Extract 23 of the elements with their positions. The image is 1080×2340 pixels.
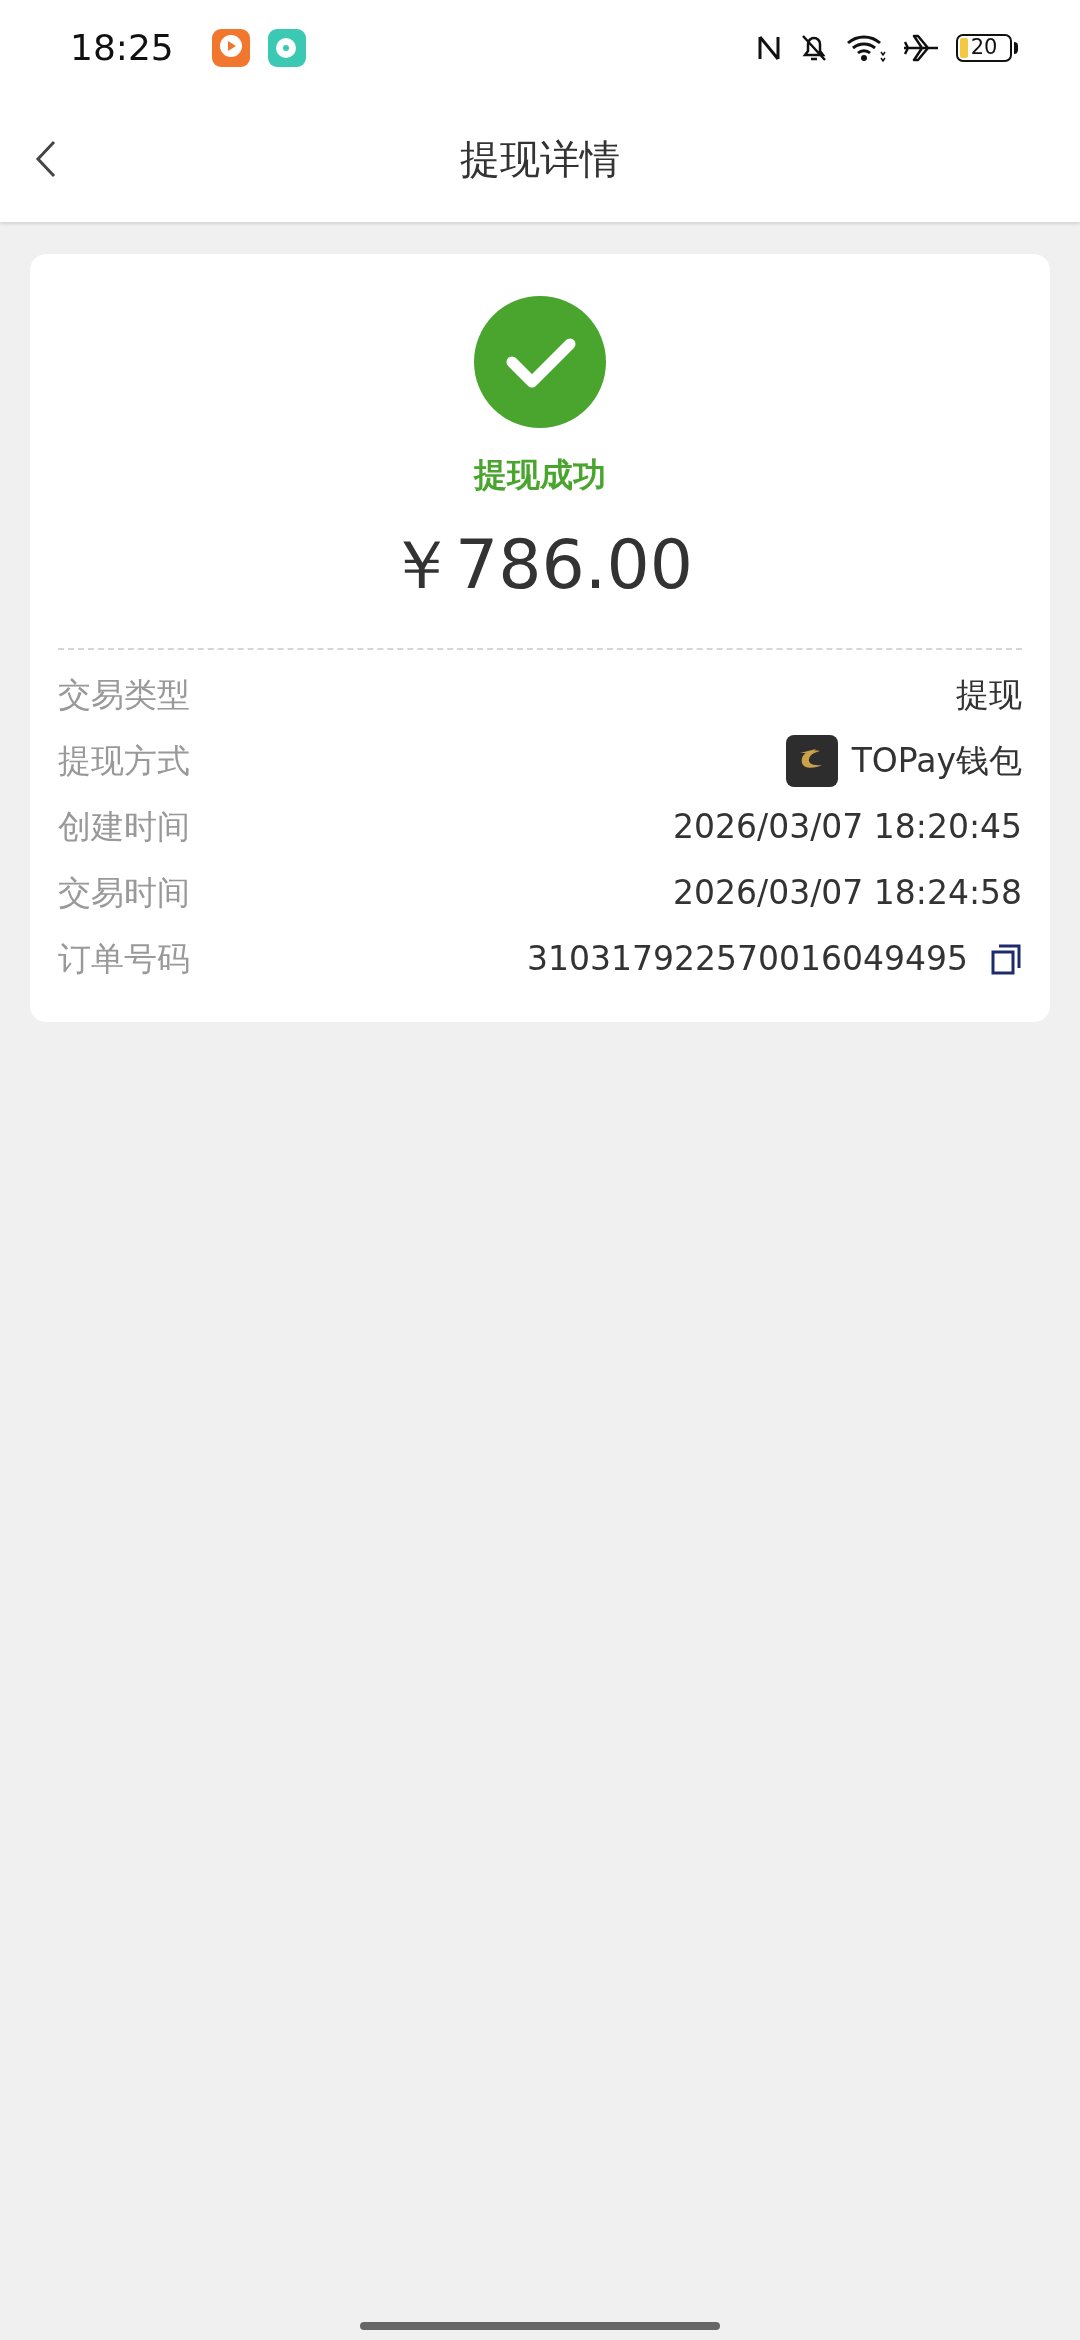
success-check-icon bbox=[474, 296, 606, 428]
status-text: 提现成功 bbox=[474, 454, 606, 496]
detail-value: 2026/03/07 18:20:45 bbox=[673, 805, 1022, 848]
airplane-icon bbox=[902, 32, 940, 63]
detail-label: 交易时间 bbox=[58, 871, 190, 914]
video-app-icon bbox=[211, 28, 250, 67]
wallet-logo-icon bbox=[785, 734, 838, 787]
detail-label: 交易类型 bbox=[58, 673, 190, 716]
music-app-icon bbox=[267, 28, 306, 67]
detail-value: TOPay钱包 bbox=[851, 739, 1022, 782]
detail-label: 订单号码 bbox=[58, 937, 190, 980]
wifi-icon bbox=[846, 32, 886, 63]
status-time: 18:25 bbox=[70, 25, 174, 70]
detail-label: 提现方式 bbox=[58, 739, 190, 782]
detail-value: 2026/03/07 18:24:58 bbox=[673, 871, 1022, 914]
back-icon[interactable] bbox=[34, 138, 58, 179]
amount-text: ￥786.00 bbox=[387, 523, 693, 606]
battery-indicator: 20 bbox=[956, 33, 1012, 62]
page-title: 提现详情 bbox=[460, 134, 620, 184]
detail-label: 创建时间 bbox=[58, 805, 190, 848]
detail-value: 310317922570016049495 bbox=[527, 937, 968, 980]
copy-icon[interactable] bbox=[990, 942, 1022, 975]
detail-value: 提现 bbox=[956, 673, 1022, 716]
